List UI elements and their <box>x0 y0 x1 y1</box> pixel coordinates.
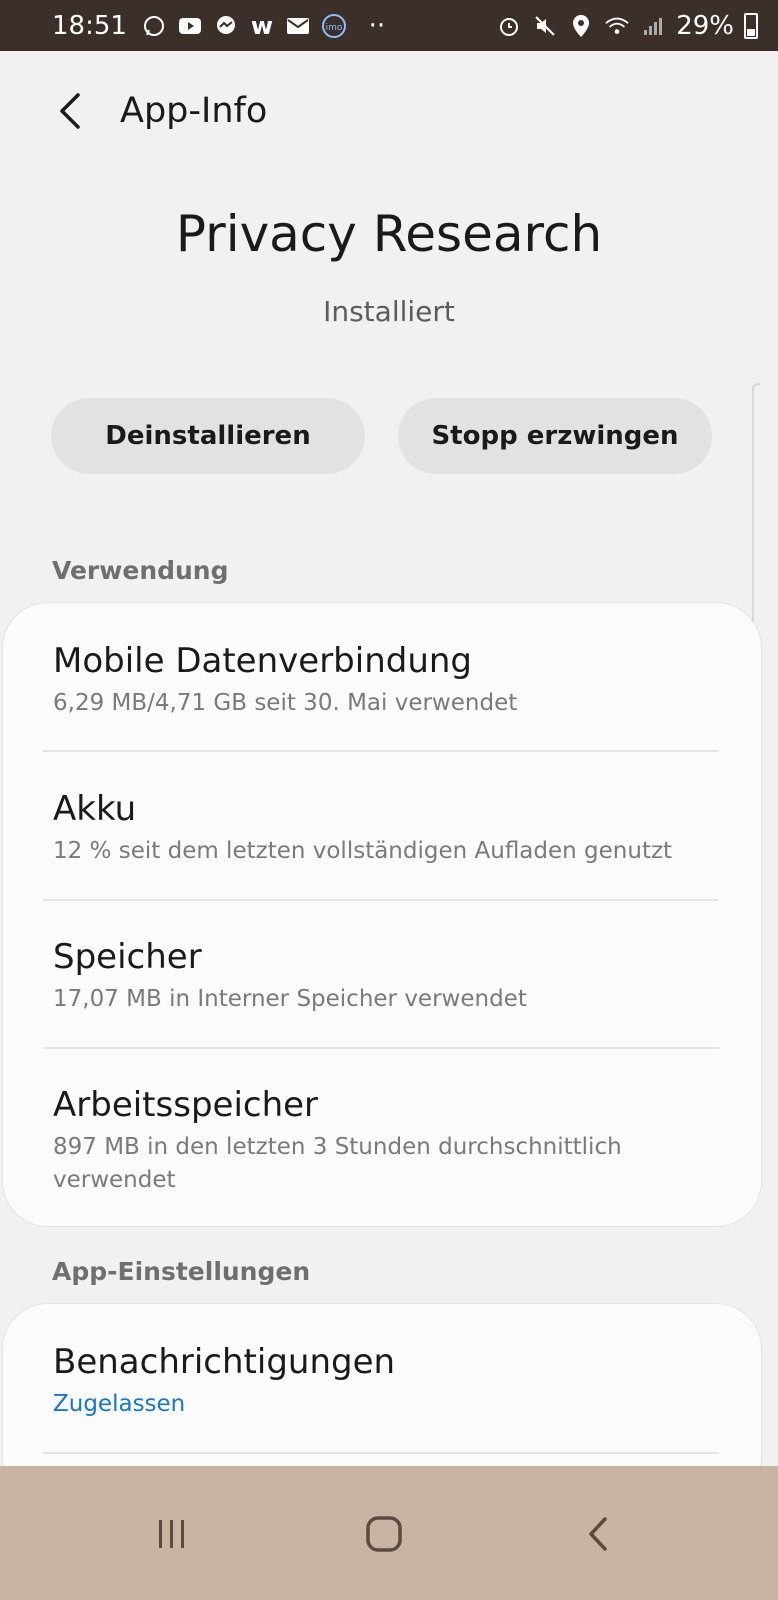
notification-icons: w imo ·· <box>141 10 397 41</box>
navigation-bar <box>0 1466 778 1600</box>
whatsapp-icon <box>141 13 167 39</box>
chevron-left-icon <box>60 93 80 129</box>
list-item-subtitle: 12 % seit dem letzten vollständigen Aufl… <box>53 838 673 864</box>
section-header-usage: Verwendung <box>52 556 229 585</box>
app-bar: App-Info <box>0 51 778 179</box>
nav-back-button[interactable] <box>558 1494 638 1574</box>
svg-text:imo: imo <box>326 23 343 33</box>
list-item-subtitle: 17,07 MB in Interner Speicher verwendet <box>53 986 527 1012</box>
force-stop-button[interactable]: Stopp erzwingen <box>398 398 712 474</box>
list-item-title: Benachrichtigungen <box>53 1342 396 1382</box>
list-item-title: Arbeitsspeicher <box>53 1085 319 1125</box>
app-name: Privacy Research <box>175 205 603 263</box>
home-button[interactable] <box>344 1494 424 1574</box>
back-button[interactable] <box>46 87 94 135</box>
recent-apps-button[interactable] <box>132 1494 212 1574</box>
status-bar: 18:51 w imo ·· 29% <box>0 0 778 51</box>
messenger-icon <box>213 13 239 39</box>
list-item-subtitle: 897 MB in den letzten 3 Stunden durchsch… <box>53 1134 622 1193</box>
signal-icon <box>640 13 666 39</box>
list-item-subtitle: Zugelassen <box>53 1391 186 1417</box>
wifi-icon <box>604 13 630 39</box>
battery-percent: 29% <box>676 10 734 41</box>
list-item-storage[interactable]: Speicher 17,07 MB in Interner Speicher v… <box>53 935 719 1016</box>
divider <box>43 899 719 901</box>
usage-card: Mobile Datenverbindung 6,29 MB/4,71 GB s… <box>2 602 762 1227</box>
list-item-title: Mobile Datenverbindung <box>53 641 473 681</box>
back-icon <box>589 1517 607 1551</box>
divider <box>43 750 719 752</box>
list-item-notifications[interactable]: Benachrichtigungen Zugelassen <box>53 1340 719 1421</box>
youtube-icon <box>177 13 203 39</box>
list-item-mobile-data[interactable]: Mobile Datenverbindung 6,29 MB/4,71 GB s… <box>53 639 719 720</box>
status-time: 18:51 <box>52 10 127 41</box>
mute-icon <box>532 13 558 39</box>
divider <box>43 1047 719 1049</box>
home-icon <box>366 1516 402 1552</box>
w-app-icon: w <box>250 11 274 40</box>
app-install-status: Installiert <box>323 295 455 328</box>
mail-icon <box>285 13 311 39</box>
more-dots-icon: ·· <box>368 10 386 41</box>
list-item-title: Speicher <box>53 937 202 977</box>
uninstall-button[interactable]: Deinstallieren <box>51 398 365 474</box>
recent-apps-icon <box>159 1520 184 1548</box>
divider <box>43 1452 719 1454</box>
location-icon <box>568 13 594 39</box>
list-item-title: Akku <box>53 789 137 829</box>
list-item-battery[interactable]: Akku 12 % seit dem letzten vollständigen… <box>53 787 719 868</box>
system-icons: 29% <box>496 11 758 41</box>
alarm-icon <box>496 13 522 39</box>
section-header-app-settings: App-Einstellungen <box>52 1257 311 1286</box>
battery-icon <box>744 12 758 39</box>
imo-icon: imo <box>321 13 347 39</box>
page-title: App-Info <box>120 91 268 131</box>
list-item-memory[interactable]: Arbeitsspeicher 897 MB in den letzten 3 … <box>53 1083 641 1197</box>
list-item-subtitle: 6,29 MB/4,71 GB seit 30. Mai verwendet <box>53 690 518 716</box>
